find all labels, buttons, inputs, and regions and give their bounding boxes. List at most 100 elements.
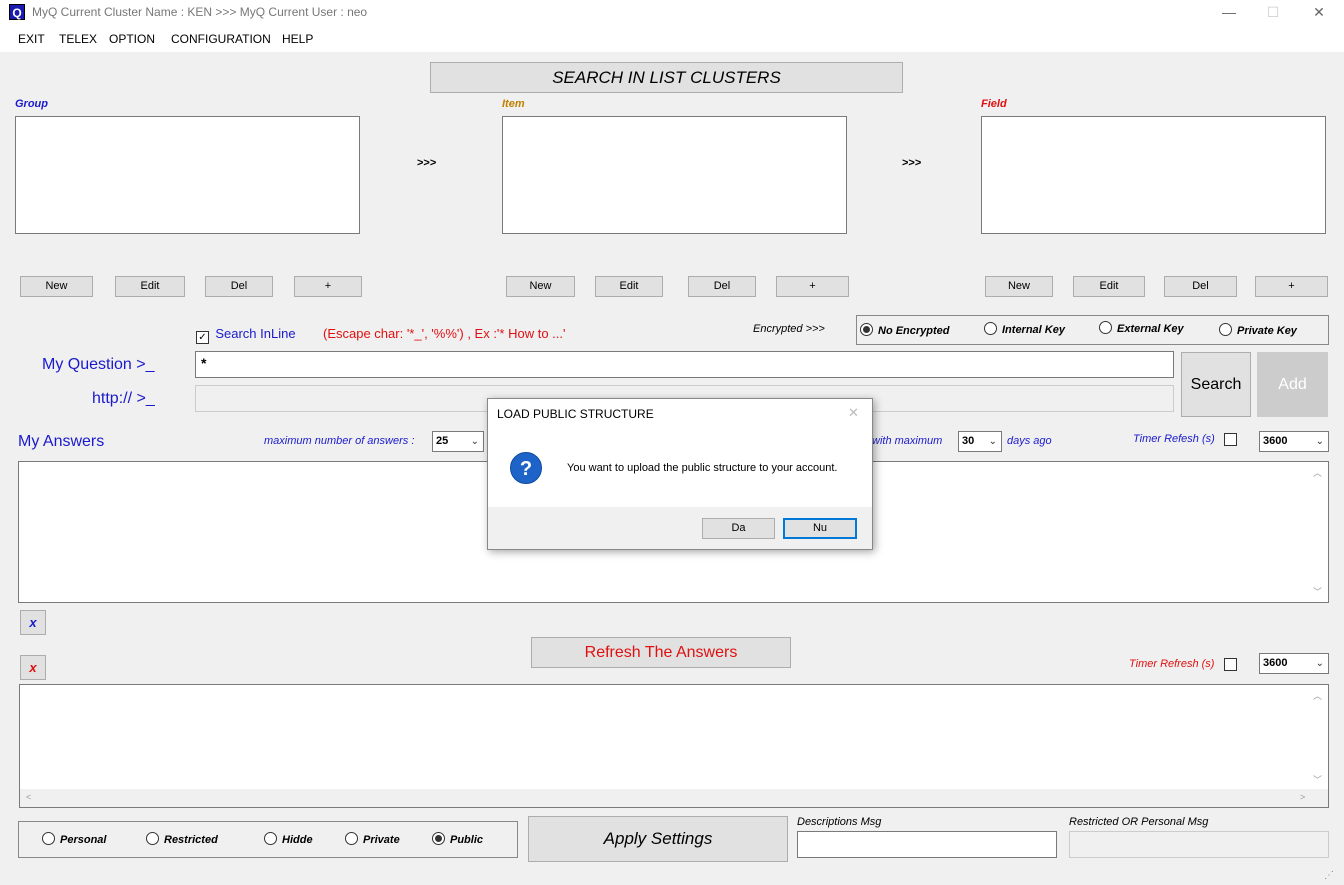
menu-telex[interactable]: TELEX xyxy=(59,32,97,46)
restricted-label: Restricted OR Personal Msg xyxy=(1069,816,1209,828)
item-del-button[interactable]: Del xyxy=(688,276,756,297)
group-label: Group xyxy=(15,98,48,110)
add-button[interactable]: Add xyxy=(1257,352,1328,417)
encryption-option-private[interactable]: Private Key xyxy=(1219,323,1297,337)
search-inline-label: Search InLine xyxy=(215,326,296,341)
menu-help[interactable]: HELP xyxy=(282,32,313,46)
search-inline-checkbox-row[interactable]: ✓ Search InLine xyxy=(196,326,296,344)
radio-external-key[interactable] xyxy=(1099,321,1112,334)
radio-restricted[interactable] xyxy=(146,832,159,845)
radio-personal[interactable] xyxy=(42,832,55,845)
chevron-down-icon: ⌄ xyxy=(470,436,479,447)
group-edit-button[interactable]: Edit xyxy=(115,276,185,297)
field-listbox[interactable] xyxy=(981,116,1326,234)
dialog-no-button[interactable]: Nu xyxy=(783,518,857,539)
visibility-option-private[interactable]: Private xyxy=(345,832,400,846)
days-select[interactable]: 30 ⌄ xyxy=(958,431,1002,452)
dialog-close-icon[interactable]: ✕ xyxy=(848,405,859,421)
timer-refresh-2-label: Timer Refresh (s) xyxy=(1129,658,1215,670)
horizontal-scrollbar[interactable]: < > xyxy=(20,789,1328,807)
scroll-left-icon[interactable]: < xyxy=(26,792,31,802)
dialog-title: LOAD PUBLIC STRUCTURE xyxy=(497,407,654,421)
radio-private-key[interactable] xyxy=(1219,323,1232,336)
radio-no-encrypted[interactable] xyxy=(860,323,873,336)
timer-refresh-label: Timer Refesh (s) xyxy=(1133,433,1215,445)
chevron-down-icon: ⌄ xyxy=(1315,658,1324,669)
search-button[interactable]: Search xyxy=(1181,352,1251,417)
field-add-button[interactable]: + xyxy=(1255,276,1328,297)
descriptions-input[interactable] xyxy=(797,831,1057,858)
chevron-down-icon: ⌄ xyxy=(988,436,997,447)
encryption-option-none[interactable]: No Encrypted xyxy=(860,323,950,337)
scroll-up-icon[interactable]: ︿ xyxy=(1313,466,1322,479)
field-new-button[interactable]: New xyxy=(985,276,1053,297)
scroll-down-icon[interactable]: ﹀ xyxy=(1313,585,1322,598)
days-ago-label: days ago xyxy=(1007,435,1052,447)
dialog-footer: Da Nu xyxy=(488,507,872,549)
clear-secondary-button[interactable]: x xyxy=(20,655,46,680)
refresh-answers-button[interactable]: Refresh The Answers xyxy=(531,637,791,668)
group-to-item-arrow: >>> xyxy=(417,157,437,169)
encryption-option-external[interactable]: External Key xyxy=(1099,321,1184,335)
close-button[interactable]: ✕ xyxy=(1296,0,1342,26)
secondary-textarea[interactable]: ︿ ﹀ < > xyxy=(19,684,1329,808)
menu-exit[interactable]: EXIT xyxy=(18,32,45,46)
search-clusters-button[interactable]: SEARCH IN LIST CLUSTERS xyxy=(430,62,903,93)
group-del-button[interactable]: Del xyxy=(205,276,273,297)
app-icon: Q xyxy=(9,4,25,20)
search-inline-checkbox[interactable]: ✓ xyxy=(196,331,209,344)
item-to-field-arrow: >>> xyxy=(902,157,922,169)
window-title: MyQ Current Cluster Name : KEN >>> MyQ C… xyxy=(32,5,368,19)
clear-answers-button[interactable]: x xyxy=(20,610,46,635)
answers-label: My Answers xyxy=(18,433,105,450)
menu-configuration[interactable]: CONFIGURATION xyxy=(171,32,271,46)
timer-refresh-select[interactable]: 3600 ⌄ xyxy=(1259,431,1329,452)
http-label: http:// >_ xyxy=(92,390,155,407)
scroll-right-icon[interactable]: > xyxy=(1300,792,1305,802)
item-add-button[interactable]: + xyxy=(776,276,849,297)
timer-refresh-2-checkbox[interactable] xyxy=(1224,658,1237,671)
dialog-yes-button[interactable]: Da xyxy=(702,518,775,539)
maximize-button[interactable]: ☐ xyxy=(1250,0,1296,26)
item-listbox[interactable] xyxy=(502,116,847,234)
scroll-up-icon[interactable]: ︿ xyxy=(1313,689,1322,702)
dialog-message: You want to upload the public structure … xyxy=(567,462,838,474)
encrypted-label: Encrypted >>> xyxy=(753,323,825,335)
visibility-option-restricted[interactable]: Restricted xyxy=(146,832,218,846)
scroll-down-icon[interactable]: ﹀ xyxy=(1313,773,1322,786)
group-add-button[interactable]: + xyxy=(294,276,362,297)
visibility-option-public[interactable]: Public xyxy=(432,832,483,846)
radio-public[interactable] xyxy=(432,832,445,845)
chevron-down-icon: ⌄ xyxy=(1315,436,1324,447)
group-new-button[interactable]: New xyxy=(20,276,93,297)
group-listbox[interactable] xyxy=(15,116,360,234)
field-edit-button[interactable]: Edit xyxy=(1073,276,1145,297)
minimize-button[interactable]: — xyxy=(1206,0,1252,26)
question-input[interactable]: * xyxy=(195,351,1174,378)
descriptions-label: Descriptions Msg xyxy=(797,816,882,828)
timer-refresh-checkbox[interactable] xyxy=(1224,433,1237,446)
visibility-option-hidde[interactable]: Hidde xyxy=(264,832,313,846)
question-label: My Question >_ xyxy=(42,356,155,373)
max-answers-select[interactable]: 25 ⌄ xyxy=(432,431,484,452)
field-del-button[interactable]: Del xyxy=(1164,276,1237,297)
restricted-input[interactable] xyxy=(1069,831,1329,858)
field-label: Field xyxy=(981,98,1007,110)
encryption-option-internal[interactable]: Internal Key xyxy=(984,322,1065,336)
item-label: Item xyxy=(502,98,525,110)
resize-grip-icon[interactable]: ⋰ xyxy=(1324,870,1334,881)
question-icon: ? xyxy=(510,452,542,484)
apply-settings-button[interactable]: Apply Settings xyxy=(528,816,788,862)
radio-hidde[interactable] xyxy=(264,832,277,845)
max-answers-label: maximum number of answers : xyxy=(264,435,415,447)
escape-hint: (Escape char: '*_', '%%') , Ex :'* How t… xyxy=(323,326,566,341)
item-edit-button[interactable]: Edit xyxy=(595,276,663,297)
load-public-structure-dialog: LOAD PUBLIC STRUCTURE ✕ ? You want to up… xyxy=(487,398,873,550)
with-maximum-label: with maximum xyxy=(872,435,943,447)
item-new-button[interactable]: New xyxy=(506,276,575,297)
radio-private[interactable] xyxy=(345,832,358,845)
visibility-option-personal[interactable]: Personal xyxy=(42,832,106,846)
radio-internal-key[interactable] xyxy=(984,322,997,335)
menu-option[interactable]: OPTION xyxy=(109,32,155,46)
timer-refresh-2-select[interactable]: 3600 ⌄ xyxy=(1259,653,1329,674)
